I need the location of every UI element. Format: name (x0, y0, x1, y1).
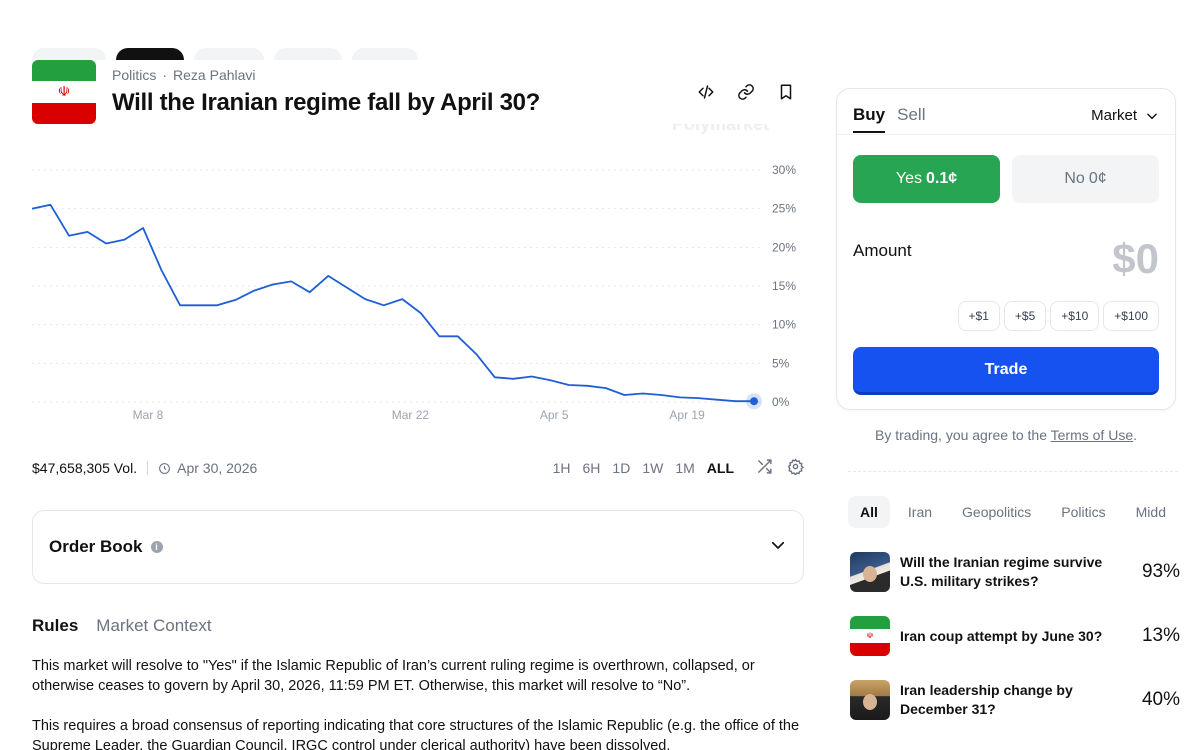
breadcrumb-category[interactable]: Politics (112, 67, 156, 83)
range-6h[interactable]: 6H (583, 460, 601, 476)
related-market-question: Will the Iranian regime survive U.S. mil… (900, 554, 1103, 589)
tab-market-context[interactable]: Market Context (96, 616, 211, 636)
add-5-button[interactable]: +$5 (1003, 301, 1047, 331)
settings-gear-icon[interactable] (787, 458, 805, 478)
emblem-icon: ☫ (32, 81, 96, 103)
related-market-question: Iran leadership change by December 31? (900, 682, 1073, 717)
price-chart[interactable]: 30% 25% 20% 15% 10% 5% 0% Mar 8 Mar 22 Apr 5 Apr 1… (32, 160, 812, 430)
add-10-button[interactable]: +$10 (1050, 301, 1100, 331)
amount-input[interactable]: $0 (1112, 235, 1159, 283)
end-date-text: Apr 30, 2026 (177, 460, 258, 476)
divider (848, 471, 1178, 472)
trade-panel: Buy Sell Market Yes 0.1¢ No 0¢ Amount $0… (836, 88, 1176, 410)
range-1h[interactable]: 1H (553, 460, 571, 476)
y-tick-label: 0% (772, 395, 790, 409)
iran-flag-image: ☫ (32, 60, 96, 124)
chevron-down-icon[interactable] (769, 536, 787, 559)
price-line (32, 203, 754, 403)
related-market-item[interactable]: ☫ Iran coup attempt by June 30? 13% (850, 616, 1180, 656)
market-title: Will the Iranian regime fall by April 30… (112, 89, 541, 116)
trade-button[interactable]: Trade (853, 347, 1159, 395)
related-tab-all[interactable]: All (848, 496, 890, 528)
yes-outcome-button[interactable]: Yes 0.1¢ (853, 155, 1000, 203)
no-label: No (1064, 170, 1085, 187)
add-100-button[interactable]: +$100 (1103, 301, 1159, 331)
breadcrumb-subcategory[interactable]: Reza Pahlavi (173, 67, 256, 83)
tab-buy[interactable]: Buy (853, 105, 886, 133)
order-book-accordion[interactable]: Order Book i (32, 510, 804, 584)
no-price: 0¢ (1088, 170, 1107, 187)
cleric-portrait-image (850, 680, 890, 720)
rules-paragraph: This requires a broad consensus of repor… (32, 718, 800, 750)
x-tick-label: Apr 19 (669, 408, 705, 422)
market-stats: $47,658,305 Vol. Apr 30, 2026 1H 6H 1D 1… (32, 458, 805, 478)
terms-of-use-link[interactable]: Terms of Use (1051, 427, 1133, 443)
yes-price: 0.1¢ (925, 170, 958, 187)
time-range-selector: 1H 6H 1D 1W 1M ALL (553, 458, 805, 478)
leader-portrait-image (850, 552, 890, 592)
related-market-item[interactable]: Iran leadership change by December 31? 4… (850, 680, 1180, 720)
rules-paragraph: This market will resolve to "Yes" if the… (32, 658, 755, 694)
quick-amounts: +$1 +$5 +$10 +$100 (957, 301, 1159, 331)
terms-notice: By trading, you agree to the Terms of Us… (836, 427, 1176, 443)
related-tab-politics[interactable]: Politics (1049, 496, 1117, 528)
order-book-title: Order Book (49, 537, 143, 556)
related-market-percent: 93% (1141, 561, 1180, 582)
info-icon[interactable]: i (150, 541, 163, 553)
order-type-label: Market (1091, 107, 1137, 124)
order-type-dropdown[interactable]: Market (1091, 107, 1159, 124)
related-market-item[interactable]: Will the Iranian regime survive U.S. mil… (850, 552, 1180, 592)
related-market-question: Iran coup attempt by June 30? (900, 627, 1103, 644)
shuffle-icon[interactable] (756, 458, 773, 478)
related-tabs: All Iran Geopolitics Politics Midd (848, 496, 1200, 528)
related-markets-list: Will the Iranian regime survive U.S. mil… (850, 552, 1180, 744)
add-1-button[interactable]: +$1 (957, 301, 1000, 331)
x-tick-label: Mar 8 (133, 408, 164, 422)
link-icon[interactable] (736, 82, 756, 102)
price-chart-svg: 30% 25% 20% 15% 10% 5% 0% Mar 8 Mar 22 Apr 5 Apr 1… (32, 163, 796, 422)
bookmark-icon[interactable] (776, 82, 796, 102)
related-market-percent: 40% (1141, 689, 1180, 710)
y-tick-label: 30% (772, 163, 796, 177)
chevron-down-icon (1147, 113, 1157, 119)
related-market-percent: 13% (1141, 625, 1180, 646)
market-header: ☫ Politics · Reza Pahlavi Will the Irani… (32, 60, 804, 124)
related-tab-iran[interactable]: Iran (896, 496, 944, 528)
range-1d[interactable]: 1D (612, 460, 630, 476)
y-tick-label: 10% (772, 318, 796, 332)
related-tab-middle-east[interactable]: Midd (1124, 496, 1178, 528)
x-tick-label: Apr 5 (540, 408, 569, 422)
amount-label: Amount (853, 241, 912, 260)
terms-suffix: . (1133, 427, 1137, 443)
rules-text: This market will resolve to "Yes" if the… (32, 656, 804, 750)
y-tick-label: 15% (772, 279, 796, 293)
breadcrumb: Politics · Reza Pahlavi (112, 67, 256, 83)
terms-prefix: By trading, you agree to the (875, 427, 1047, 443)
current-price-dot (750, 397, 758, 406)
tab-rules[interactable]: Rules (32, 616, 78, 636)
divider (837, 134, 1175, 135)
volume: $47,658,305 Vol. (32, 460, 138, 476)
range-1m[interactable]: 1M (675, 460, 694, 476)
y-tick-label: 5% (772, 356, 790, 370)
no-outcome-button[interactable]: No 0¢ (1012, 155, 1159, 203)
embed-code-icon[interactable] (696, 82, 716, 102)
y-tick-label: 25% (772, 202, 796, 216)
clock-icon (159, 462, 171, 474)
rules-tabs: Rules Market Context (32, 616, 212, 636)
tab-sell[interactable]: Sell (897, 105, 925, 133)
x-tick-label: Mar 22 (392, 408, 430, 422)
divider (147, 461, 149, 475)
related-tab-geopolitics[interactable]: Geopolitics (950, 496, 1043, 528)
range-all[interactable]: ALL (707, 460, 734, 476)
range-1w[interactable]: 1W (642, 460, 663, 476)
y-tick-label: 20% (772, 240, 796, 254)
yes-label: Yes (895, 170, 922, 187)
end-date: Apr 30, 2026 (158, 460, 257, 476)
iran-flag-image: ☫ (850, 616, 890, 656)
